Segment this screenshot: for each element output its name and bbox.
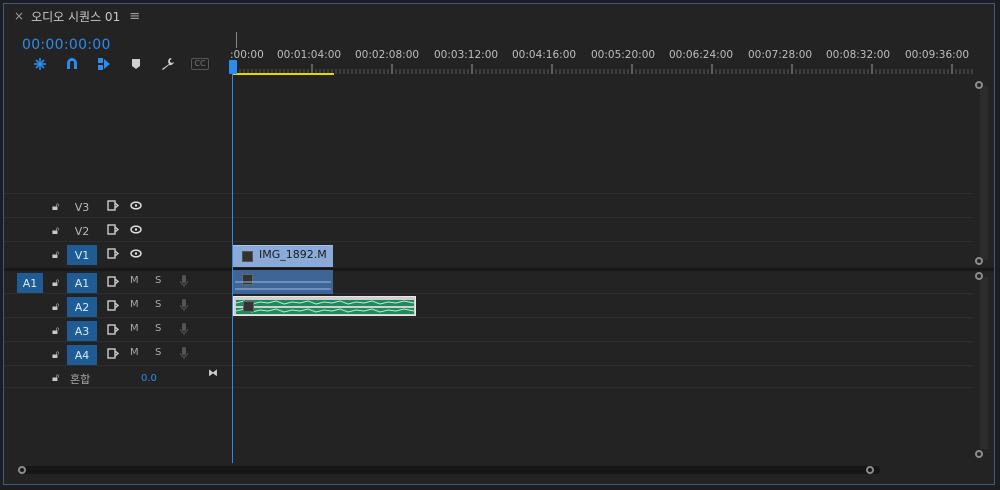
mute-button[interactable]: M (130, 275, 139, 286)
track-header-a2: 🔓︎ A2 M S (4, 295, 228, 319)
waveform (235, 281, 331, 290)
track-header-mix: 🔓︎ 혼합 0.0 ⧓ (4, 366, 228, 390)
source-patch-a1[interactable]: A1 (17, 273, 43, 293)
solo-button[interactable]: S (155, 275, 161, 286)
captions-icon[interactable]: CC (184, 56, 216, 72)
lock-icon[interactable]: 🔓︎ (52, 200, 59, 214)
mix-label: 혼합 (70, 373, 91, 386)
scroll-handle[interactable] (975, 81, 983, 89)
clip-name: IMG_1892.M (259, 248, 327, 261)
scroll-handle[interactable] (975, 257, 983, 265)
sequence-tab[interactable]: × 오디오 시퀀스 01 ≡ (4, 4, 140, 28)
lock-icon[interactable]: 🔓︎ (52, 248, 59, 262)
fx-badge-icon (243, 301, 254, 312)
track-name-v1[interactable]: V1 (67, 245, 97, 265)
mix-end-icon[interactable]: ⧓ (208, 368, 218, 379)
track-header-v1: 🔓︎ V1 (4, 243, 228, 267)
marker-icon[interactable] (120, 56, 152, 72)
ruler-label: 00:06:24:00 (669, 49, 734, 61)
playhead-line[interactable] (232, 74, 233, 463)
microphone-icon[interactable] (180, 275, 188, 288)
lock-icon[interactable]: 🔓︎ (52, 371, 59, 385)
lock-icon[interactable]: 🔓︎ (52, 276, 59, 290)
fx-badge-icon (242, 251, 253, 262)
track-name-a3[interactable]: A3 (67, 321, 97, 341)
playhead-handle[interactable] (229, 60, 237, 74)
scroll-handle[interactable] (975, 272, 983, 280)
scroll-handle[interactable] (975, 450, 983, 458)
mute-button[interactable]: M (130, 299, 139, 310)
solo-button[interactable]: S (155, 347, 161, 358)
track-header-v2: 🔓︎ V2 (4, 219, 228, 243)
work-area-bar[interactable] (232, 73, 334, 75)
magnet-icon[interactable] (56, 56, 88, 72)
audio-clip-a2[interactable] (233, 296, 416, 316)
track-name-a1[interactable]: A1 (67, 273, 97, 293)
linked-selection-icon[interactable] (88, 56, 120, 72)
lock-icon[interactable]: 🔓︎ (52, 348, 59, 362)
eye-icon[interactable] (130, 249, 142, 258)
ruler-label: 00:05:20:00 (591, 49, 656, 61)
ruler-label: 00:08:32:00 (826, 49, 891, 61)
sync-lock-icon[interactable] (107, 224, 119, 235)
ruler-label: 00:01:04:00 (277, 49, 342, 61)
track-name-a2[interactable]: A2 (67, 297, 97, 317)
timeline-toolbar: CC (24, 56, 216, 72)
track-header-a4: 🔓︎ A4 M S (4, 343, 228, 367)
time-ruler[interactable]: :00:00 00:01:04:00 00:02:08:00 00:03:12:… (228, 44, 974, 76)
mute-button[interactable]: M (130, 347, 139, 358)
mix-volume-value[interactable]: 0.0 (141, 373, 157, 384)
microphone-icon[interactable] (180, 299, 188, 312)
wrench-icon[interactable] (152, 56, 184, 72)
track-divider (4, 193, 972, 194)
ruler-label: 00:02:08:00 (355, 49, 420, 61)
zoom-handle-left[interactable] (18, 466, 26, 474)
close-tab-icon[interactable]: × (14, 9, 24, 23)
eye-icon[interactable] (130, 201, 142, 210)
waveform (235, 300, 415, 314)
sync-lock-icon[interactable] (107, 300, 119, 311)
zoom-handle-right[interactable] (866, 466, 874, 474)
track-name-v2[interactable]: V2 (67, 221, 97, 241)
ruler-label: 00:04:16:00 (512, 49, 577, 61)
sync-lock-icon[interactable] (107, 200, 119, 211)
snap-nest-icon[interactable] (24, 56, 56, 72)
panel-menu-icon[interactable]: ≡ (129, 9, 140, 24)
horizontal-scrollbar[interactable] (20, 466, 880, 474)
solo-button[interactable]: S (155, 299, 161, 310)
video-vertical-scrollbar[interactable] (980, 86, 988, 260)
playhead-timecode[interactable]: 00:00:00:00 (22, 37, 111, 53)
sequence-title[interactable]: 오디오 시퀀스 01 (31, 8, 120, 25)
ruler-label: 00:03:12:00 (434, 49, 499, 61)
timeline-panel: × 오디오 시퀀스 01 ≡ 00:00:00:00 CC :00:00 00:… (3, 3, 995, 485)
sync-lock-icon[interactable] (107, 276, 119, 287)
track-header-v3: 🔓︎ V3 (4, 195, 228, 219)
eye-icon[interactable] (130, 225, 142, 234)
audio-clip-a1[interactable] (233, 270, 333, 294)
video-clip-img-1892[interactable]: IMG_1892.M (233, 245, 333, 267)
ruler-label: 00:07:28:00 (748, 49, 813, 61)
microphone-icon[interactable] (180, 347, 188, 360)
sync-lock-icon[interactable] (107, 248, 119, 259)
audio-vertical-scrollbar[interactable] (980, 277, 988, 449)
lock-icon[interactable]: 🔓︎ (52, 324, 59, 338)
mute-button[interactable]: M (130, 323, 139, 334)
track-header-a3: 🔓︎ A3 M S (4, 319, 228, 343)
track-name-v3[interactable]: V3 (67, 197, 97, 217)
track-name-a4[interactable]: A4 (67, 345, 97, 365)
ruler-ticks (231, 64, 973, 74)
lock-icon[interactable]: 🔓︎ (52, 300, 59, 314)
sync-lock-icon[interactable] (107, 324, 119, 335)
solo-button[interactable]: S (155, 323, 161, 334)
sync-lock-icon[interactable] (107, 348, 119, 359)
ruler-label: 00:09:36:00 (905, 49, 970, 61)
lock-icon[interactable]: 🔓︎ (52, 224, 59, 238)
track-header-a1: A1 🔓︎ A1 M S (4, 271, 228, 295)
microphone-icon[interactable] (180, 323, 188, 336)
